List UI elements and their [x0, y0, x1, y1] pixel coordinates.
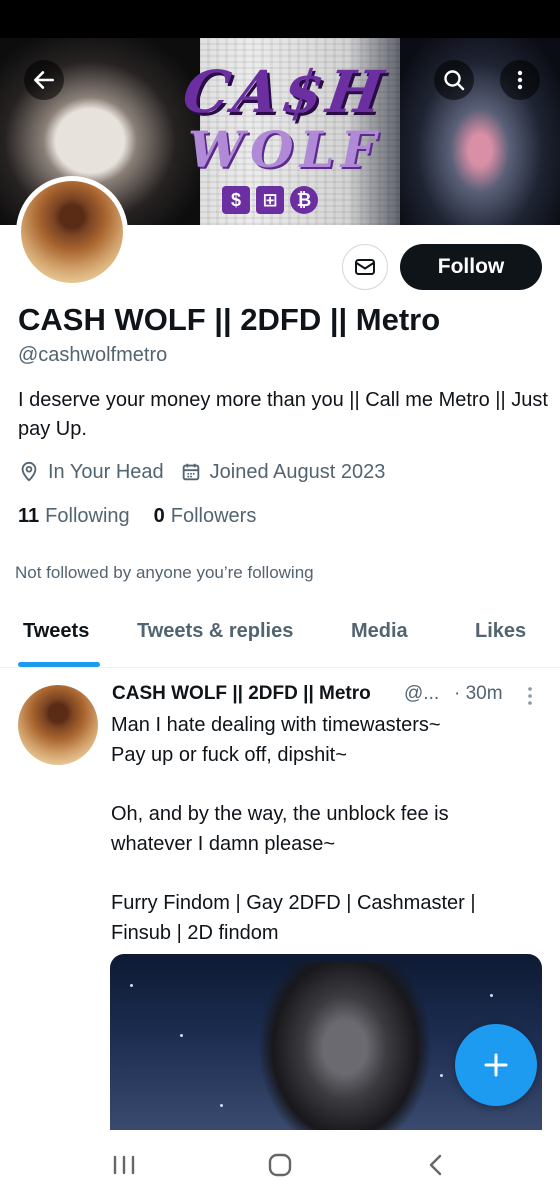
media-wolf-figure [260, 962, 430, 1144]
tab-likes[interactable]: Likes [475, 620, 526, 643]
status-bar [0, 0, 560, 38]
media-star [490, 994, 493, 997]
more-options-button[interactable] [500, 60, 540, 100]
following-link[interactable]: 11 Following [18, 505, 130, 528]
banner-figure-right [400, 38, 560, 225]
tweet-line: whatever I damn please~ [111, 833, 336, 855]
tweet-line: Oh, and by the way, the unblock fee is [111, 803, 449, 825]
tweet-line-blank [111, 770, 541, 799]
tweet-timestamp: · 30m [454, 683, 503, 704]
media-star [440, 1074, 443, 1077]
banner-title: CA$H [179, 58, 391, 126]
tweet-line: Pay up or fuck off, dipshit~ [111, 744, 347, 766]
system-nav-bar [0, 1130, 560, 1200]
search-button[interactable] [434, 60, 474, 100]
dollar-badge: $ [222, 186, 250, 214]
tab-media[interactable]: Media [351, 620, 408, 643]
tweet-text[interactable]: Man I hate dealing with timewasters~ Pay… [111, 710, 541, 948]
profile-handle: @cashwolfmetro [18, 344, 168, 366]
avatar-image [21, 181, 123, 283]
media-star [180, 1034, 183, 1037]
home-button[interactable] [260, 1150, 300, 1180]
following-count: 11 [18, 505, 40, 527]
banner-badges: $ ⊞ ₿ [222, 186, 318, 214]
profile-meta: In Your Head Joined August 2023 [18, 459, 385, 485]
display-name: CASH WOLF || 2DFD || Metro [18, 302, 441, 337]
tweet-line-blank [111, 859, 541, 888]
compose-tweet-button[interactable] [455, 1024, 537, 1106]
tweet-avatar[interactable] [18, 685, 98, 765]
calendar-icon [180, 461, 202, 483]
not-followed-note: Not followed by anyone you’re following [15, 563, 314, 582]
tweet-more-button[interactable] [524, 685, 536, 713]
recents-button[interactable] [104, 1150, 144, 1180]
more-vertical-icon [517, 70, 523, 90]
gift-badge: ⊞ [256, 186, 284, 214]
tweet-line: Finsub | 2D findom [111, 922, 279, 944]
profile-stats: 11 Following 0 Followers [18, 505, 280, 528]
tweet-author-handle: @... [404, 683, 440, 704]
arrow-left-icon [34, 71, 54, 89]
joined-date: Joined August 2023 [209, 460, 386, 483]
profile-avatar[interactable] [16, 176, 128, 288]
location-text: In Your Head [48, 460, 164, 483]
bitcoin-badge: ₿ [290, 186, 318, 214]
tweet-line: Man I hate dealing with timewasters~ [111, 714, 441, 736]
message-button[interactable] [342, 244, 388, 290]
back-icon [429, 1154, 442, 1176]
system-back-button[interactable] [416, 1150, 456, 1180]
mail-icon [355, 259, 375, 275]
back-button[interactable] [24, 60, 64, 100]
followers-link[interactable]: 0 Followers [154, 505, 257, 528]
more-vertical-icon [528, 687, 532, 705]
tab-tweets-replies[interactable]: Tweets & replies [137, 620, 293, 643]
active-tab-indicator [18, 662, 100, 667]
tweet-line: Furry Findom | Gay 2DFD | Cashmaster | [111, 892, 476, 914]
media-star [130, 984, 133, 987]
following-label: Following [45, 505, 130, 527]
tweet-author-name[interactable]: CASH WOLF || 2DFD || Metro [112, 683, 371, 705]
tab-tweets[interactable]: Tweets [23, 620, 89, 643]
banner-logo: CA$H WOLF $ ⊞ ₿ [150, 58, 420, 218]
media-star [220, 1104, 223, 1107]
tweet-header: CASH WOLF || 2DFD || Metro @... · 30m [112, 683, 542, 709]
banner-subtitle: WOLF [187, 120, 383, 179]
search-icon [444, 70, 465, 91]
plus-icon [484, 1053, 508, 1077]
profile-tabs: Tweets Tweets & replies Media Likes [0, 606, 560, 668]
followers-label: Followers [170, 505, 257, 527]
follow-button[interactable]: Follow [400, 244, 542, 290]
followers-count: 0 [153, 505, 165, 527]
recents-icon [113, 1155, 135, 1175]
home-icon [268, 1153, 292, 1177]
profile-bio: I deserve your money more than you || Ca… [18, 389, 548, 440]
location-icon [18, 461, 40, 483]
